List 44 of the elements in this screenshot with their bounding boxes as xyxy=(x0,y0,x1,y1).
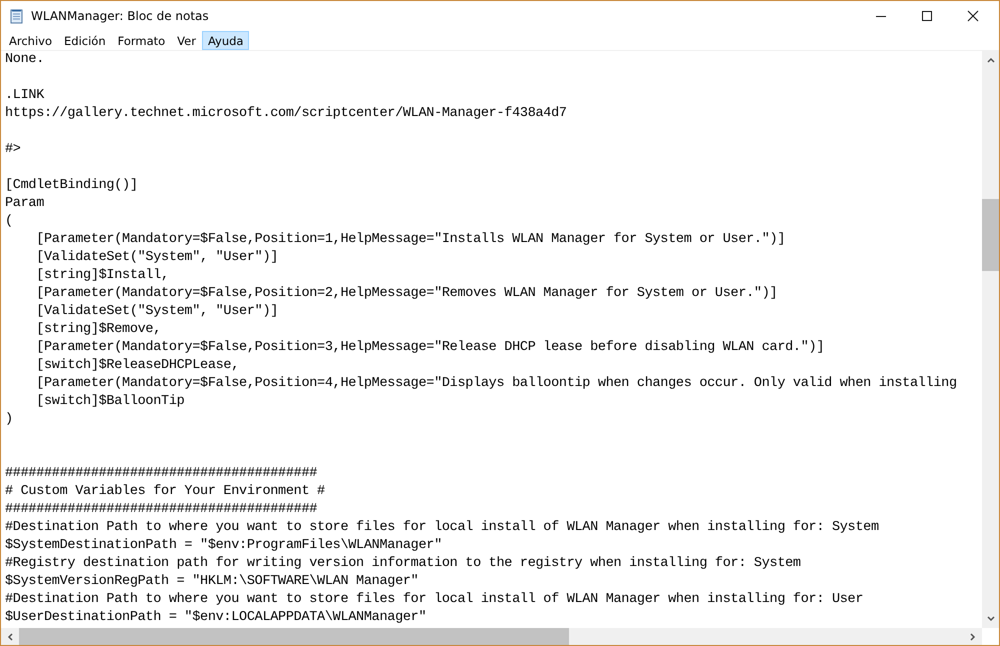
code-line: ######################################## xyxy=(5,465,318,483)
code-line: None. xyxy=(5,51,44,69)
code-line: [string]$Install, xyxy=(35,267,169,285)
code-line: [ValidateSet("System", "User")] xyxy=(35,303,278,321)
code-line: #Destination Path to where you want to store files for local install of WLAN Manager when installing for: System xyxy=(5,519,879,537)
close-icon[interactable] xyxy=(967,10,979,22)
code-line: [Parameter(Mandatory=$False,Position=1,HelpMessage="Installs WLAN Manager for System or User.")] xyxy=(35,231,786,249)
scroll-thumb[interactable] xyxy=(19,628,569,645)
code-line: [string]$Remove, xyxy=(35,321,162,339)
scroll-up-icon[interactable] xyxy=(986,57,994,63)
code-line: [Parameter(Mandatory=$False,Position=2,HelpMessage="Removes WLAN Manager for System or User.")] xyxy=(35,285,778,303)
vertical-scrollbar[interactable] xyxy=(982,51,999,628)
code-line: ( xyxy=(5,213,13,231)
menu-item[interactable]: Edición xyxy=(58,31,112,50)
menu-item[interactable]: Ver xyxy=(171,31,202,50)
code-line: https://gallery.technet.microsoft.com/scriptcenter/WLAN-Manager-f438a4d7 xyxy=(5,105,567,123)
code-line: [switch]$ReleaseDHCPLease, xyxy=(35,357,240,375)
code-line: [switch]$BalloonTip xyxy=(35,393,184,411)
scroll-left-icon[interactable] xyxy=(7,632,13,640)
menu-item[interactable]: Formato xyxy=(112,31,172,50)
code-line: #Registry destination path for writing version information to the registry when installing for: System xyxy=(5,555,801,573)
menu-item[interactable]: Archivo xyxy=(3,31,58,50)
notepad-icon xyxy=(9,8,25,24)
scroll-right-icon[interactable] xyxy=(970,632,976,640)
code-line: .LINK xyxy=(5,87,44,105)
code-line: [ValidateSet("System", "User")] xyxy=(35,249,278,267)
code-line: Param xyxy=(5,195,44,213)
code-line: [Parameter(Mandatory=$False,Position=4,HelpMessage="Displays balloontip when changes occur. Only valid when installing xyxy=(35,375,957,393)
code-line: [Parameter(Mandatory=$False,Position=3,HelpMessage="Release DHCP lease before disabling WLAN card.")] xyxy=(35,339,824,357)
code-line: $SystemVersionRegPath = "HKLM:\SOFTWARE\WLAN Manager" xyxy=(5,573,418,591)
code-line: ) xyxy=(5,411,13,429)
code-line: [CmdletBinding()] xyxy=(5,177,138,195)
scroll-thumb[interactable] xyxy=(982,199,999,271)
code-line: #> xyxy=(5,141,21,159)
maximize-icon[interactable] xyxy=(921,10,933,22)
code-line: ######################################## xyxy=(5,501,318,519)
code-line: #Destination Path to where you want to store files for local install of WLAN Manager when installing for: User xyxy=(5,591,864,609)
code-line: $SystemDestinationPath = "$env:ProgramFiles\WLANManager" xyxy=(5,537,442,555)
window-title: WLANManager: Bloc de notas xyxy=(31,9,209,23)
code-line: # Custom Variables for Your Environment # xyxy=(5,483,325,501)
code-line: $UserDestinationPath = "$env:LOCALAPPDATA\WLANManager" xyxy=(5,609,426,627)
horizontal-scrollbar[interactable] xyxy=(1,628,982,645)
scroll-down-icon[interactable] xyxy=(986,616,994,622)
menu-item[interactable]: Ayuda xyxy=(202,31,250,50)
